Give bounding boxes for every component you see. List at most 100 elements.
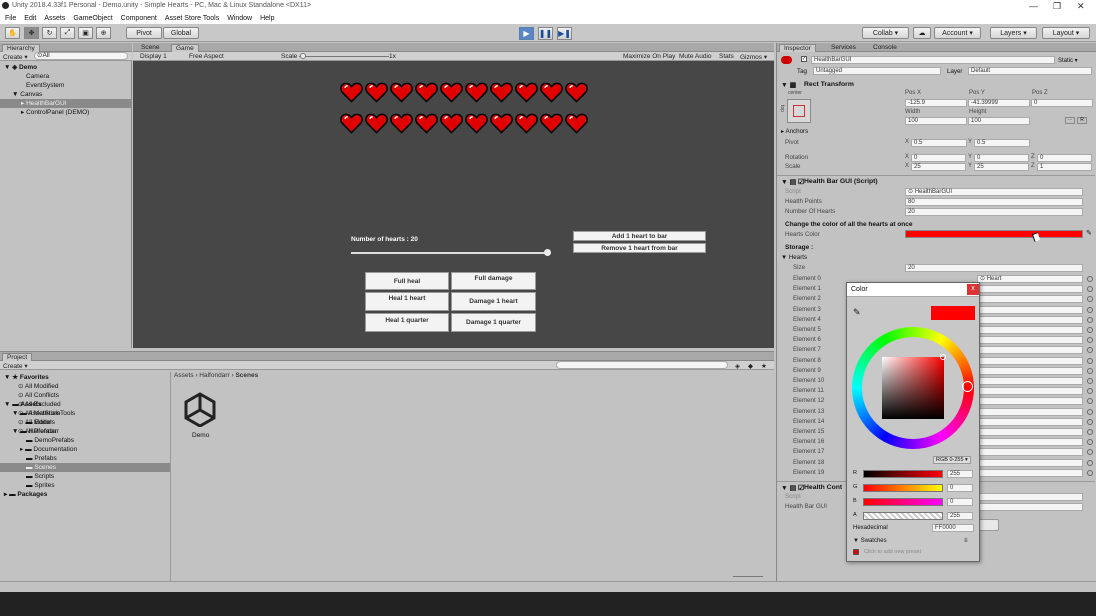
health-points-input[interactable]: 80 — [905, 198, 1083, 206]
channel-b-input[interactable]: 0 — [947, 498, 973, 506]
menu-assets[interactable]: Assets — [44, 15, 65, 22]
rotate-tool-icon[interactable]: ↻ — [42, 27, 57, 39]
color-picker-close-button[interactable]: x — [967, 284, 979, 295]
static-toggle[interactable]: Static ▾ — [1058, 57, 1078, 64]
posx-input[interactable]: -125.9 — [905, 99, 967, 107]
element-field[interactable] — [977, 285, 1083, 294]
element-field[interactable] — [977, 428, 1083, 436]
layout-button[interactable]: Layout ▾ — [1042, 27, 1090, 39]
favorite-item[interactable]: ⊙ All Modified — [0, 382, 170, 391]
posy-input[interactable]: -41.39999 — [968, 99, 1030, 107]
object-picker-icon[interactable] — [1087, 439, 1093, 446]
damage-1-quarter-button[interactable]: Damage 1 quarter — [451, 313, 536, 332]
step-button[interactable]: ▶❚ — [557, 27, 572, 40]
object-picker-icon[interactable] — [1087, 469, 1093, 476]
hierarchy-item-controlpanel[interactable]: ▸ ControlPanel (DEMO) — [0, 108, 132, 117]
object-picker-icon[interactable] — [1087, 327, 1093, 333]
menu-edit[interactable]: Edit — [24, 15, 36, 22]
anchors-foldout[interactable]: ▸ Anchors — [781, 128, 808, 135]
posz-input[interactable]: 0 — [1031, 99, 1093, 107]
element-field[interactable] — [977, 305, 1083, 314]
hierarchy-item-eventsystem[interactable]: EventSystem — [0, 81, 132, 90]
height-input[interactable]: 100 — [968, 117, 1030, 125]
menu-window[interactable]: Window — [227, 15, 252, 22]
minimize-button[interactable]: — — [1029, 1, 1038, 11]
pivot-toggle[interactable]: Pivot — [126, 27, 162, 39]
number-of-hearts-input[interactable]: 20 — [905, 208, 1083, 216]
channel-g-input[interactable]: 0 — [947, 484, 973, 492]
object-picker-icon[interactable] — [1087, 449, 1093, 456]
object-picker-icon[interactable] — [1087, 418, 1093, 425]
object-picker-icon[interactable] — [1087, 276, 1093, 282]
project-create-button[interactable]: Create ▾ — [3, 362, 28, 370]
element-field[interactable] — [977, 397, 1083, 406]
object-picker-icon[interactable] — [1087, 286, 1093, 293]
element-field[interactable]: ⊙ Heart — [977, 275, 1083, 283]
favorite-item[interactable]: ⊙ All Conflicts — [0, 391, 170, 400]
rotation-x-input[interactable]: 0 — [911, 154, 966, 162]
menu-help[interactable]: Help — [260, 15, 274, 22]
folder-prefabs[interactable]: ▬ Prefabs — [0, 454, 170, 463]
object-picker-icon[interactable] — [1087, 388, 1093, 395]
full-heal-button[interactable]: Full heal — [365, 272, 449, 290]
blueprint-mode-button[interactable]: ⋯ — [1065, 117, 1075, 124]
element-field[interactable] — [977, 468, 1083, 477]
channel-b-slider[interactable] — [863, 498, 943, 506]
close-button[interactable]: ✕ — [1077, 1, 1085, 12]
breadcrumb-halfondarr[interactable]: Halfondarr — [199, 372, 229, 379]
saturation-value-square[interactable] — [882, 357, 944, 419]
element-field[interactable] — [977, 295, 1083, 304]
folder-documentation[interactable]: ▸ ▬ Documentation — [0, 445, 170, 454]
element-field[interactable] — [977, 326, 1083, 334]
pivot-y-input[interactable]: 0.5 — [974, 139, 1030, 147]
layers-button[interactable]: Layers ▾ — [990, 27, 1037, 39]
heal-1-quarter-button[interactable]: Heal 1 quarter — [365, 313, 449, 332]
color-mode-dropdown[interactable]: RGB 0-255 ▾ — [933, 456, 971, 464]
eyedropper-icon[interactable]: ✎ — [1086, 229, 1092, 237]
hierarchy-item-healthbargui[interactable]: ▸ HealthBarGUI — [0, 99, 132, 108]
hand-tool-icon[interactable]: ✋ — [5, 27, 20, 39]
maximize-button[interactable]: ❐ — [1053, 1, 1061, 12]
pivot-x-input[interactable]: 0.5 — [911, 139, 967, 147]
breadcrumb-assets[interactable]: Assets — [174, 372, 194, 379]
hearts-slider-handle[interactable] — [544, 249, 551, 256]
hierarchy-item-canvas[interactable]: ▼ Canvas — [0, 90, 132, 99]
hc-healthbar-field[interactable] — [977, 503, 1083, 511]
hierarchy-item-camera[interactable]: Camera — [0, 72, 132, 81]
hierarchy-create-button[interactable]: Create ▾ — [3, 53, 28, 61]
element-field[interactable] — [977, 448, 1083, 457]
hex-input[interactable]: FF0000 — [932, 524, 974, 532]
script-field[interactable]: ⊙ HealthBarGUI — [905, 188, 1083, 196]
menu-component[interactable]: Component — [121, 15, 157, 22]
play-button[interactable]: ▶ — [519, 27, 534, 40]
active-checkbox[interactable]: ✓ — [801, 56, 807, 62]
scale-tool-icon[interactable]: ⤢ — [60, 27, 75, 39]
menu-asset-store-tools[interactable]: Asset Store Tools — [165, 15, 219, 22]
tab-services[interactable]: Services — [827, 44, 860, 52]
swatches-foldout[interactable]: ▼ Swatches — [853, 538, 887, 544]
account-button[interactable]: Account ▾ — [934, 27, 981, 39]
damage-1-heart-button[interactable]: Damage 1 heart — [451, 292, 536, 311]
cloud-icon[interactable]: ☁ — [913, 27, 931, 39]
channel-r-input[interactable]: 255 — [947, 470, 973, 478]
raw-edit-button[interactable]: R — [1077, 117, 1087, 124]
element-field[interactable] — [977, 377, 1083, 385]
object-picker-icon[interactable] — [1087, 459, 1093, 466]
scale-x-input[interactable]: 25 — [911, 163, 966, 171]
object-picker-icon[interactable] — [1087, 347, 1093, 354]
element-field[interactable] — [977, 356, 1083, 365]
anchor-presets-icon[interactable] — [787, 99, 811, 123]
layer-dropdown[interactable]: Default — [968, 67, 1092, 75]
add-heart-button[interactable]: Add 1 heart to bar — [573, 231, 706, 241]
tab-console[interactable]: Console — [869, 44, 901, 52]
unity-scene-file-icon[interactable] — [183, 391, 217, 428]
folder-sprites[interactable]: ▬ Sprites — [0, 481, 170, 490]
project-search-input[interactable] — [556, 361, 728, 369]
heal-1-heart-button[interactable]: Heal 1 heart — [365, 292, 449, 311]
sv-handle[interactable] — [940, 354, 946, 360]
hc-script-field[interactable] — [977, 493, 1083, 501]
object-picker-icon[interactable] — [1087, 316, 1093, 323]
healthbar-script-header[interactable]: ▼ ▤ ☑ Health Bar GUI (Script) — [777, 175, 1095, 186]
hearts-foldout[interactable]: ▼ Hearts — [781, 254, 807, 261]
packages-header[interactable]: ▸ ▬ Packages — [0, 490, 170, 499]
